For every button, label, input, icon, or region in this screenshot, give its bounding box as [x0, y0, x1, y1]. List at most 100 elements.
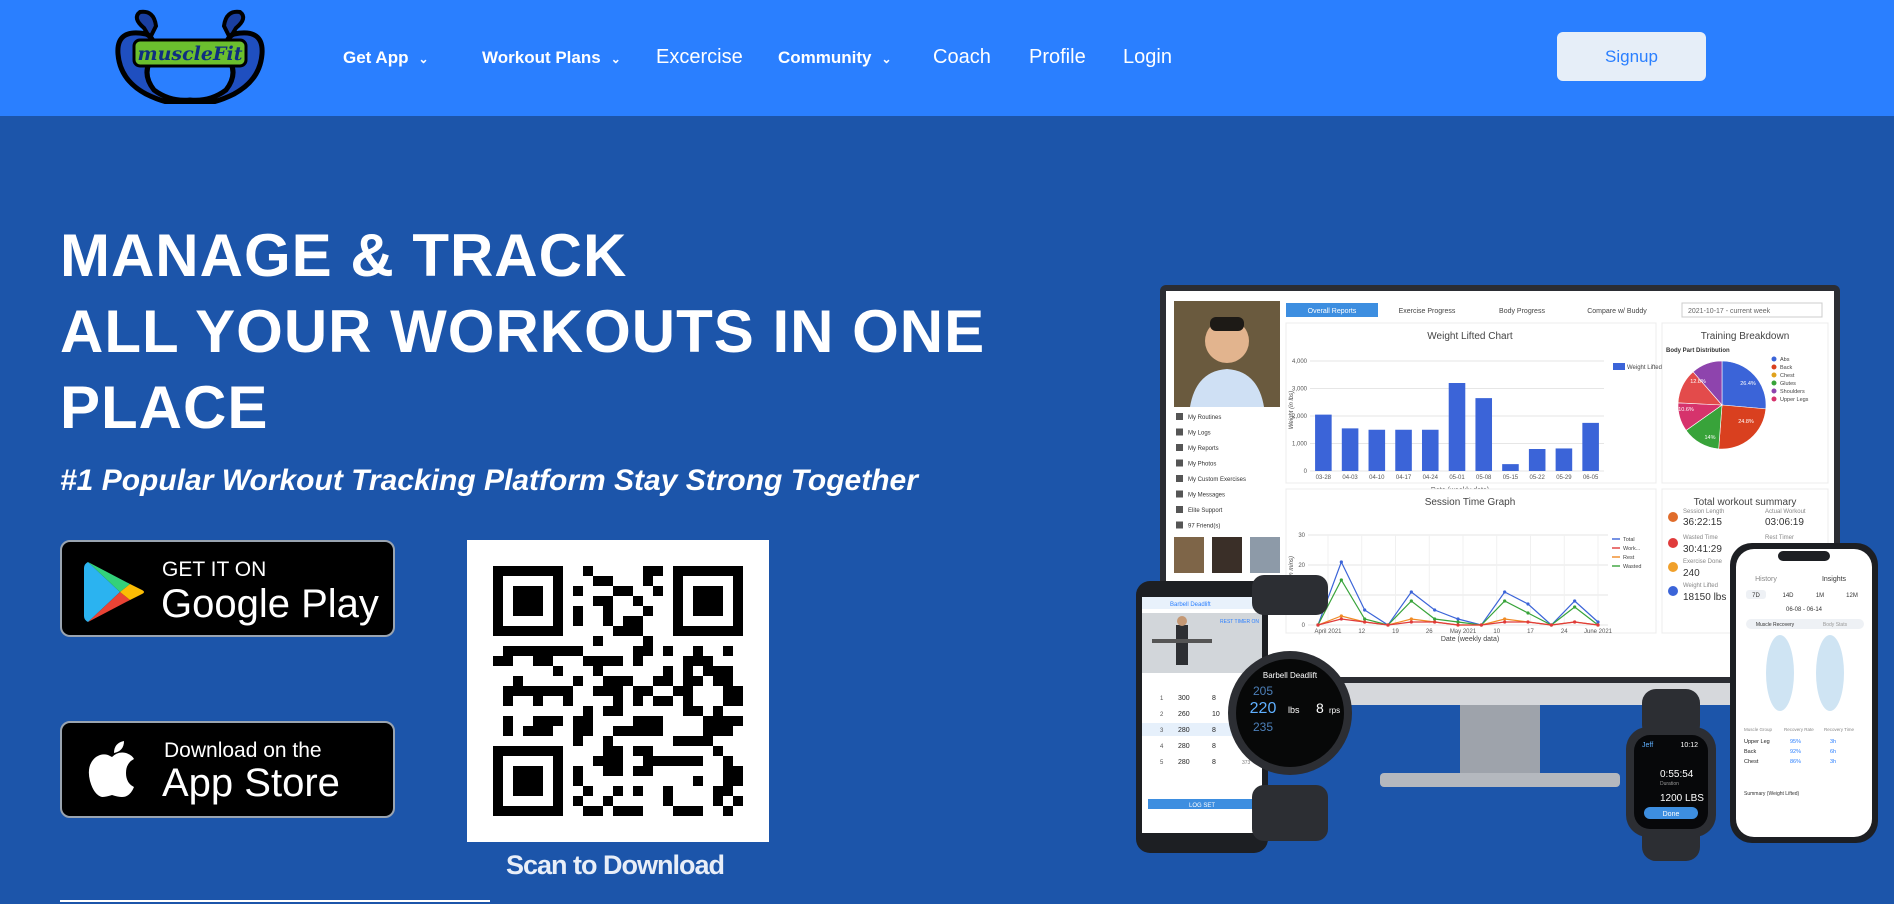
weight-bar [1502, 464, 1519, 471]
session-point [1573, 599, 1577, 603]
apple-icon [88, 741, 134, 797]
weight-bar [1341, 428, 1359, 471]
set-reps[interactable]: 8 [1212, 743, 1216, 750]
sidebar-link[interactable]: My Messages [1188, 493, 1225, 499]
session-point [1409, 617, 1413, 621]
weight-bar [1475, 398, 1493, 471]
download-qr-code [467, 540, 769, 842]
iphone-date-range: 06-08 - 06-14 [1786, 607, 1823, 613]
session-legend-label: Wasted [1623, 564, 1641, 570]
watch2-name: Jeff [1642, 742, 1653, 749]
session-point [1363, 608, 1367, 612]
session-point [1596, 623, 1600, 627]
nav-login[interactable]: Login [1123, 46, 1172, 69]
pie-legend-marker [1771, 372, 1777, 378]
app-store-small-text: Download on the [164, 739, 322, 762]
pie-slice-label: 10.6% [1678, 407, 1694, 413]
nav-profile[interactable]: Profile [1029, 46, 1086, 69]
sidebar-link-icon [1176, 428, 1183, 436]
signup-button[interactable]: Signup [1557, 32, 1706, 81]
pie-legend-marker [1771, 364, 1777, 370]
nav-coach[interactable]: Coach [933, 46, 991, 69]
set-reps[interactable]: 8 [1212, 727, 1216, 734]
set-reps[interactable]: 10 [1212, 711, 1220, 718]
sidebar-link[interactable]: 97 Friend(s) [1188, 524, 1220, 530]
set-reps[interactable]: 8 [1212, 759, 1216, 766]
iphone-toggle-recovery: Muscle Recovery [1756, 622, 1795, 628]
sidebar-link[interactable]: My Logs [1188, 431, 1211, 437]
app-store-large-text: App Store [162, 761, 340, 805]
body-part-pie-chart: 26.4% 24.8% 14% 10.6% 12.8% [1677, 360, 1767, 450]
monitor-stand-neck [1460, 705, 1540, 775]
weight-xtick: 05-01 [1449, 475, 1465, 481]
set-weight[interactable]: 280 [1178, 759, 1190, 766]
chevron-down-icon: ⌄ [881, 51, 892, 66]
watch-weight-unit: lbs [1288, 705, 1300, 715]
nav-get-app[interactable]: Get App ⌄ [343, 48, 429, 68]
session-point [1479, 623, 1483, 627]
set-reps[interactable]: 8 [1212, 695, 1216, 702]
sidebar-link[interactable]: Elite Support [1188, 508, 1223, 514]
session-point [1339, 578, 1343, 582]
nav-workout-plans[interactable]: Workout Plans ⌄ [482, 48, 621, 68]
pie-legend-label: Back [1780, 365, 1792, 371]
range-option[interactable]: 14D [1782, 593, 1794, 599]
scan-to-download-label: Scan to Download [506, 850, 725, 880]
wasted-time-value: 30:41:29 [1683, 544, 1722, 555]
rest-timer-badge: REST TIMER ON [1220, 619, 1259, 625]
session-point [1363, 617, 1367, 621]
session-point [1503, 620, 1507, 624]
pie-legend-marker [1771, 388, 1777, 394]
top-navigation-bar: muscleFit Get App ⌄ Workout Plans ⌄ Excerc… [0, 0, 1894, 116]
range-option[interactable]: 7D [1752, 593, 1760, 599]
session-point [1339, 614, 1343, 618]
nav-get-app-label: Get App [343, 48, 409, 67]
pie-legend-label: Glutes [1780, 381, 1796, 387]
pie-legend-marker [1771, 396, 1777, 402]
weight-chart-title: Weight Lifted Chart [1427, 331, 1513, 342]
iphone-summary-label: Summary (Weight Lifted) [1744, 791, 1800, 797]
sidebar-link[interactable]: My Photos [1188, 462, 1216, 468]
sidebar-link[interactable]: My Reports [1188, 446, 1219, 452]
watch2-done-label: Done [1663, 811, 1680, 818]
muscle-group: Upper Leg [1744, 739, 1770, 745]
nav-excercise[interactable]: Excercise [656, 46, 743, 69]
sidebar-link-icon [1176, 444, 1183, 451]
weight-lifted-value: 18150 lbs [1683, 592, 1726, 603]
musclefit-logo[interactable]: muscleFit [110, 8, 270, 107]
sidebar-link[interactable]: My Routines [1188, 415, 1221, 421]
timer-icon [1668, 512, 1678, 522]
weight-bar [1582, 422, 1599, 471]
set-weight[interactable]: 280 [1178, 743, 1190, 750]
set-weight[interactable]: 300 [1178, 695, 1190, 702]
recovery-rate: 86% [1790, 759, 1801, 765]
sidebar-link[interactable]: My Custom Exercises [1188, 477, 1246, 483]
nav-community[interactable]: Community ⌄ [778, 48, 892, 68]
pie-slice-label: 14% [1704, 435, 1715, 441]
tab-overall-reports-label: Overall Reports [1308, 308, 1357, 315]
iphone-tab-history: History [1755, 576, 1777, 583]
session-xtick: 12 [1358, 629, 1365, 635]
watch2-time: 10:12 [1680, 742, 1698, 749]
range-option[interactable]: 12M [1846, 593, 1858, 599]
muscle-group: Back [1744, 749, 1756, 755]
weight-lifted-label: Weight Lifted [1683, 583, 1718, 589]
hero-headline: MANAGE & TRACK ALL YOUR WORKOUTS IN ONE … [60, 218, 985, 446]
iphone-toggle-bodystats: Body Stats [1823, 622, 1848, 628]
chevron-down-icon: ⌄ [418, 51, 429, 66]
session-point [1503, 617, 1507, 621]
hero-subheadline: #1 Popular Workout Tracking Platform Sta… [60, 464, 918, 497]
pie-slice-label: 12.8% [1690, 379, 1706, 385]
session-xtick: May 2021 [1450, 629, 1477, 635]
set-weight[interactable]: 280 [1178, 727, 1190, 734]
set-weight[interactable]: 260 [1178, 711, 1190, 718]
weight-bar [1368, 429, 1386, 471]
google-play-button[interactable]: GET IT ON Google Play [60, 540, 395, 637]
weight-xtick: 04-17 [1396, 475, 1412, 481]
session-point [1596, 620, 1600, 624]
table-header: Recovery Rate [1784, 727, 1814, 732]
range-option[interactable]: 1M [1816, 593, 1824, 599]
weight-bar [1421, 429, 1439, 471]
headline-line-1: MANAGE & TRACK [60, 222, 628, 289]
app-store-button[interactable]: Download on the App Store [60, 721, 395, 818]
